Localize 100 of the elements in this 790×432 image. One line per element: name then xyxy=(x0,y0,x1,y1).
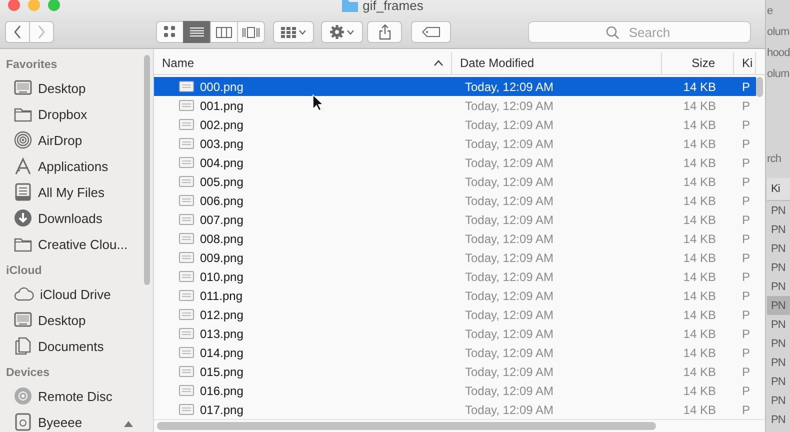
scrollbar-thumb[interactable] xyxy=(144,55,150,285)
close-button[interactable] xyxy=(8,0,20,11)
view-mode-button[interactable] xyxy=(156,21,184,43)
file-name-cell[interactable]: 000.png xyxy=(154,77,452,96)
back-button[interactable] xyxy=(5,21,30,43)
date-cell-text: Today, 12:09 AM xyxy=(464,326,554,342)
file-name-cell[interactable]: 008.png xyxy=(154,229,452,248)
file-icon xyxy=(179,157,194,168)
file-name-cell[interactable]: 001.png xyxy=(154,96,452,115)
file-name-cell[interactable]: 010.png xyxy=(154,267,452,286)
apps-icon xyxy=(14,157,32,175)
sidebar-section-title: Favorites xyxy=(5,58,58,73)
disc-icon xyxy=(14,387,32,405)
sidebar-section-title: iCloud xyxy=(5,264,43,279)
size-cell-text: 14 KB xyxy=(682,250,717,266)
file-icon xyxy=(179,366,194,377)
search-field[interactable]: Search xyxy=(528,21,751,43)
file-icon xyxy=(179,214,194,225)
date-cell-text: Today, 12:09 AM xyxy=(464,98,554,114)
column-header[interactable]: Date Modified xyxy=(452,52,662,74)
kind-cell-text: PN xyxy=(770,280,786,294)
scrollbar-thumb[interactable] xyxy=(756,77,763,97)
sidebar-item[interactable]: Creative Clou... xyxy=(0,231,153,257)
monitor-icon xyxy=(14,80,32,96)
column-header[interactable]: Name xyxy=(154,52,452,74)
date-cell-text: Today, 12:09 AM xyxy=(464,192,554,210)
kind-cell-text: P xyxy=(741,364,752,380)
kind-cell-text: P xyxy=(741,288,752,304)
file-name-cell[interactable]: 005.png xyxy=(154,172,452,191)
file-name-cell[interactable]: 004.png xyxy=(154,153,452,172)
file-name-cell[interactable]: 014.png xyxy=(154,343,452,362)
sidebar-item[interactable]: Desktop xyxy=(0,75,153,101)
kind-cell-text: P xyxy=(741,382,752,400)
size-cell-text: 14 KB xyxy=(682,212,717,228)
file-name-cell[interactable]: 002.png xyxy=(154,115,452,134)
documents-icon xyxy=(14,337,32,355)
tag-button[interactable] xyxy=(411,21,451,43)
kind-cell-text: PN xyxy=(770,412,786,428)
size-cell-text: 14 KB xyxy=(682,154,717,172)
size-cell-text: 14 KB xyxy=(682,174,717,190)
file-icon xyxy=(179,252,194,263)
view-mode-button[interactable] xyxy=(237,21,265,43)
file-icon xyxy=(179,195,194,206)
sidebar-item[interactable]: Byeeee xyxy=(0,409,153,432)
size-cell-text: 14 KB xyxy=(682,364,717,380)
columns-icon xyxy=(216,26,232,38)
file-name-cell[interactable]: 012.png xyxy=(154,305,452,324)
action-button[interactable] xyxy=(321,21,363,43)
file-icon xyxy=(179,328,194,339)
arrange-button[interactable] xyxy=(273,21,314,43)
size-cell-text: 14 KB xyxy=(682,98,717,114)
date-cell-text: Today, 12:09 AM xyxy=(464,212,554,228)
file-name-cell[interactable]: 015.png xyxy=(154,362,452,381)
background-text: olum xyxy=(767,66,790,82)
kind-cell-text: P xyxy=(741,212,752,228)
view-mode-button[interactable] xyxy=(183,21,211,43)
sidebar-item[interactable]: Applications xyxy=(0,153,153,179)
sidebar-item[interactable]: iCloud Drive xyxy=(0,281,153,307)
cloud-icon xyxy=(14,287,34,301)
sidebar-item[interactable]: Dropbox xyxy=(0,101,153,127)
kind-cell-text: P xyxy=(741,306,752,324)
sidebar-item[interactable]: Desktop xyxy=(0,307,153,333)
view-mode-button[interactable] xyxy=(210,21,238,43)
date-cell-text: Today, 12:09 AM xyxy=(464,116,554,134)
file-icon xyxy=(179,233,194,244)
date-cell-text: Today, 12:09 AM xyxy=(464,250,554,266)
date-cell-text: Today, 12:09 AM xyxy=(464,154,554,172)
size-cell-text: 14 KB xyxy=(682,116,717,134)
eject-icon[interactable] xyxy=(124,420,133,426)
file-name-cell[interactable]: 006.png xyxy=(154,191,452,210)
scrollbar-thumb[interactable] xyxy=(157,422,656,430)
column-header[interactable]: Size xyxy=(662,52,734,74)
file-name-cell[interactable]: 016.png xyxy=(154,381,452,400)
sidebar-item[interactable]: All My Files xyxy=(0,179,153,205)
kind-cell-text: PN xyxy=(770,356,786,370)
file-name-cell[interactable]: 003.png xyxy=(154,134,452,153)
sidebar-item[interactable]: Downloads xyxy=(0,205,153,231)
file-icon xyxy=(179,290,194,301)
file-name-cell[interactable]: 017.png xyxy=(154,400,452,419)
kind-cell-text: P xyxy=(741,192,752,210)
sidebar-section-title: Devices xyxy=(5,366,50,381)
file-icon xyxy=(179,176,194,187)
column-header: Ki xyxy=(767,178,790,201)
sidebar-item[interactable]: Remote Disc xyxy=(0,383,153,409)
kind-cell-text: P xyxy=(741,98,752,114)
file-name-cell[interactable]: 013.png xyxy=(154,324,452,343)
share-button[interactable] xyxy=(367,21,402,43)
kind-cell-text: PN xyxy=(770,204,786,218)
window-title: gif_frames xyxy=(362,0,424,13)
column-header[interactable]: Ki xyxy=(734,52,756,74)
file-name-cell[interactable]: 009.png xyxy=(154,248,452,267)
file-icon xyxy=(179,271,194,282)
file-icon xyxy=(179,138,194,149)
date-cell-text: Today, 12:09 AM xyxy=(464,402,554,418)
sidebar-item[interactable]: AirDrop xyxy=(0,127,153,153)
sidebar-item[interactable]: Documents xyxy=(0,333,153,359)
file-name-cell[interactable]: 007.png xyxy=(154,210,452,229)
kind-cell: P xyxy=(734,77,756,96)
kind-cell-text: PN xyxy=(770,222,786,238)
file-name-cell[interactable]: 011.png xyxy=(154,286,452,305)
